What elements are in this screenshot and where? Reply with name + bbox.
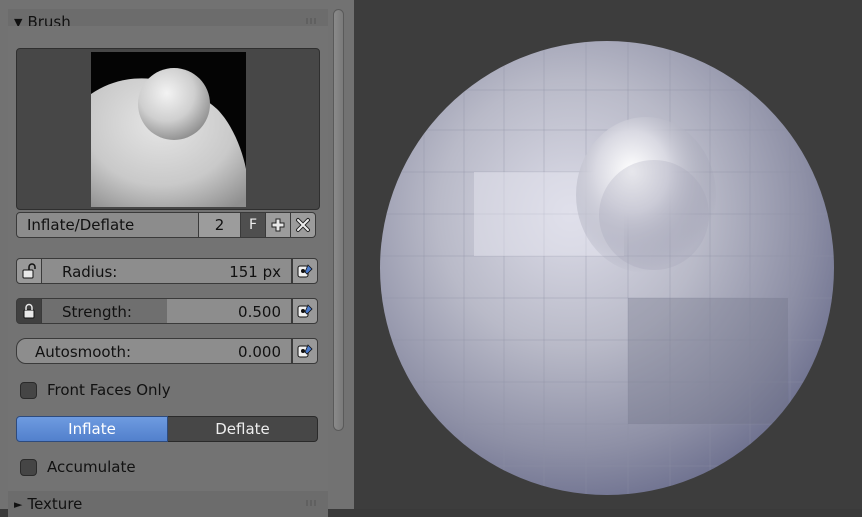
strength-pressure-button[interactable] <box>292 298 318 324</box>
drag-grip-icon[interactable] <box>306 18 318 24</box>
direction-toggle: Inflate Deflate <box>16 416 318 442</box>
remove-brush-button[interactable] <box>291 212 316 238</box>
autosmooth-slider[interactable]: Autosmooth: 0.000 <box>16 338 292 364</box>
remove-icon <box>296 218 310 232</box>
radius-slider[interactable]: Radius: 151 px <box>42 258 292 284</box>
panel-scrollbar-thumb[interactable] <box>333 9 344 431</box>
lock-icon <box>23 303 35 319</box>
texture-panel-header[interactable]: ► Texture <box>8 491 328 517</box>
brush-users-count[interactable]: 2 <box>199 212 241 238</box>
fake-user-button[interactable]: F <box>241 212 266 238</box>
autosmooth-label: Autosmooth: <box>35 343 132 361</box>
strength-lock-button[interactable] <box>16 298 42 324</box>
strength-row: Strength: 0.500 <box>16 298 318 324</box>
front-faces-only-label: Front Faces Only <box>47 381 171 399</box>
radius-value: 151 px <box>229 263 281 281</box>
accumulate-checkbox[interactable] <box>20 458 37 476</box>
radius-pressure-button[interactable] <box>292 258 318 284</box>
radius-lock-button[interactable] <box>16 258 42 284</box>
deflate-button[interactable]: Deflate <box>168 416 318 442</box>
brush-datablock-row: Inflate/Deflate 2 F <box>16 212 318 238</box>
front-faces-only-checkbox[interactable] <box>20 381 37 399</box>
front-faces-only-option[interactable]: Front Faces Only <box>20 378 171 402</box>
strength-label: Strength: <box>62 303 132 321</box>
brush-preview[interactable] <box>16 48 320 210</box>
brush-name-field[interactable]: Inflate/Deflate <box>16 212 199 238</box>
autosmooth-pressure-button[interactable] <box>292 338 318 364</box>
pen-pressure-icon <box>297 344 313 358</box>
brush-preview-icon <box>91 52 246 207</box>
pen-pressure-icon <box>297 264 313 278</box>
accumulate-option[interactable]: Accumulate <box>20 455 136 479</box>
accumulate-label: Accumulate <box>47 458 136 476</box>
texture-panel-title: Texture <box>27 495 83 513</box>
autosmooth-value: 0.000 <box>238 343 281 361</box>
drag-grip-icon[interactable] <box>306 500 318 506</box>
radius-label: Radius: <box>62 263 118 281</box>
radius-row: Radius: 151 px <box>16 258 318 284</box>
3d-viewport[interactable] <box>354 0 862 509</box>
add-icon <box>271 218 285 232</box>
unlock-icon <box>22 263 36 279</box>
pen-pressure-icon <box>297 304 313 318</box>
sculpt-sphere <box>380 41 834 495</box>
strength-slider[interactable]: Strength: 0.500 <box>42 298 292 324</box>
autosmooth-row: Autosmooth: 0.000 <box>16 338 318 364</box>
inflate-button[interactable]: Inflate <box>16 416 168 442</box>
strength-value: 0.500 <box>238 303 281 321</box>
add-brush-button[interactable] <box>266 212 291 238</box>
